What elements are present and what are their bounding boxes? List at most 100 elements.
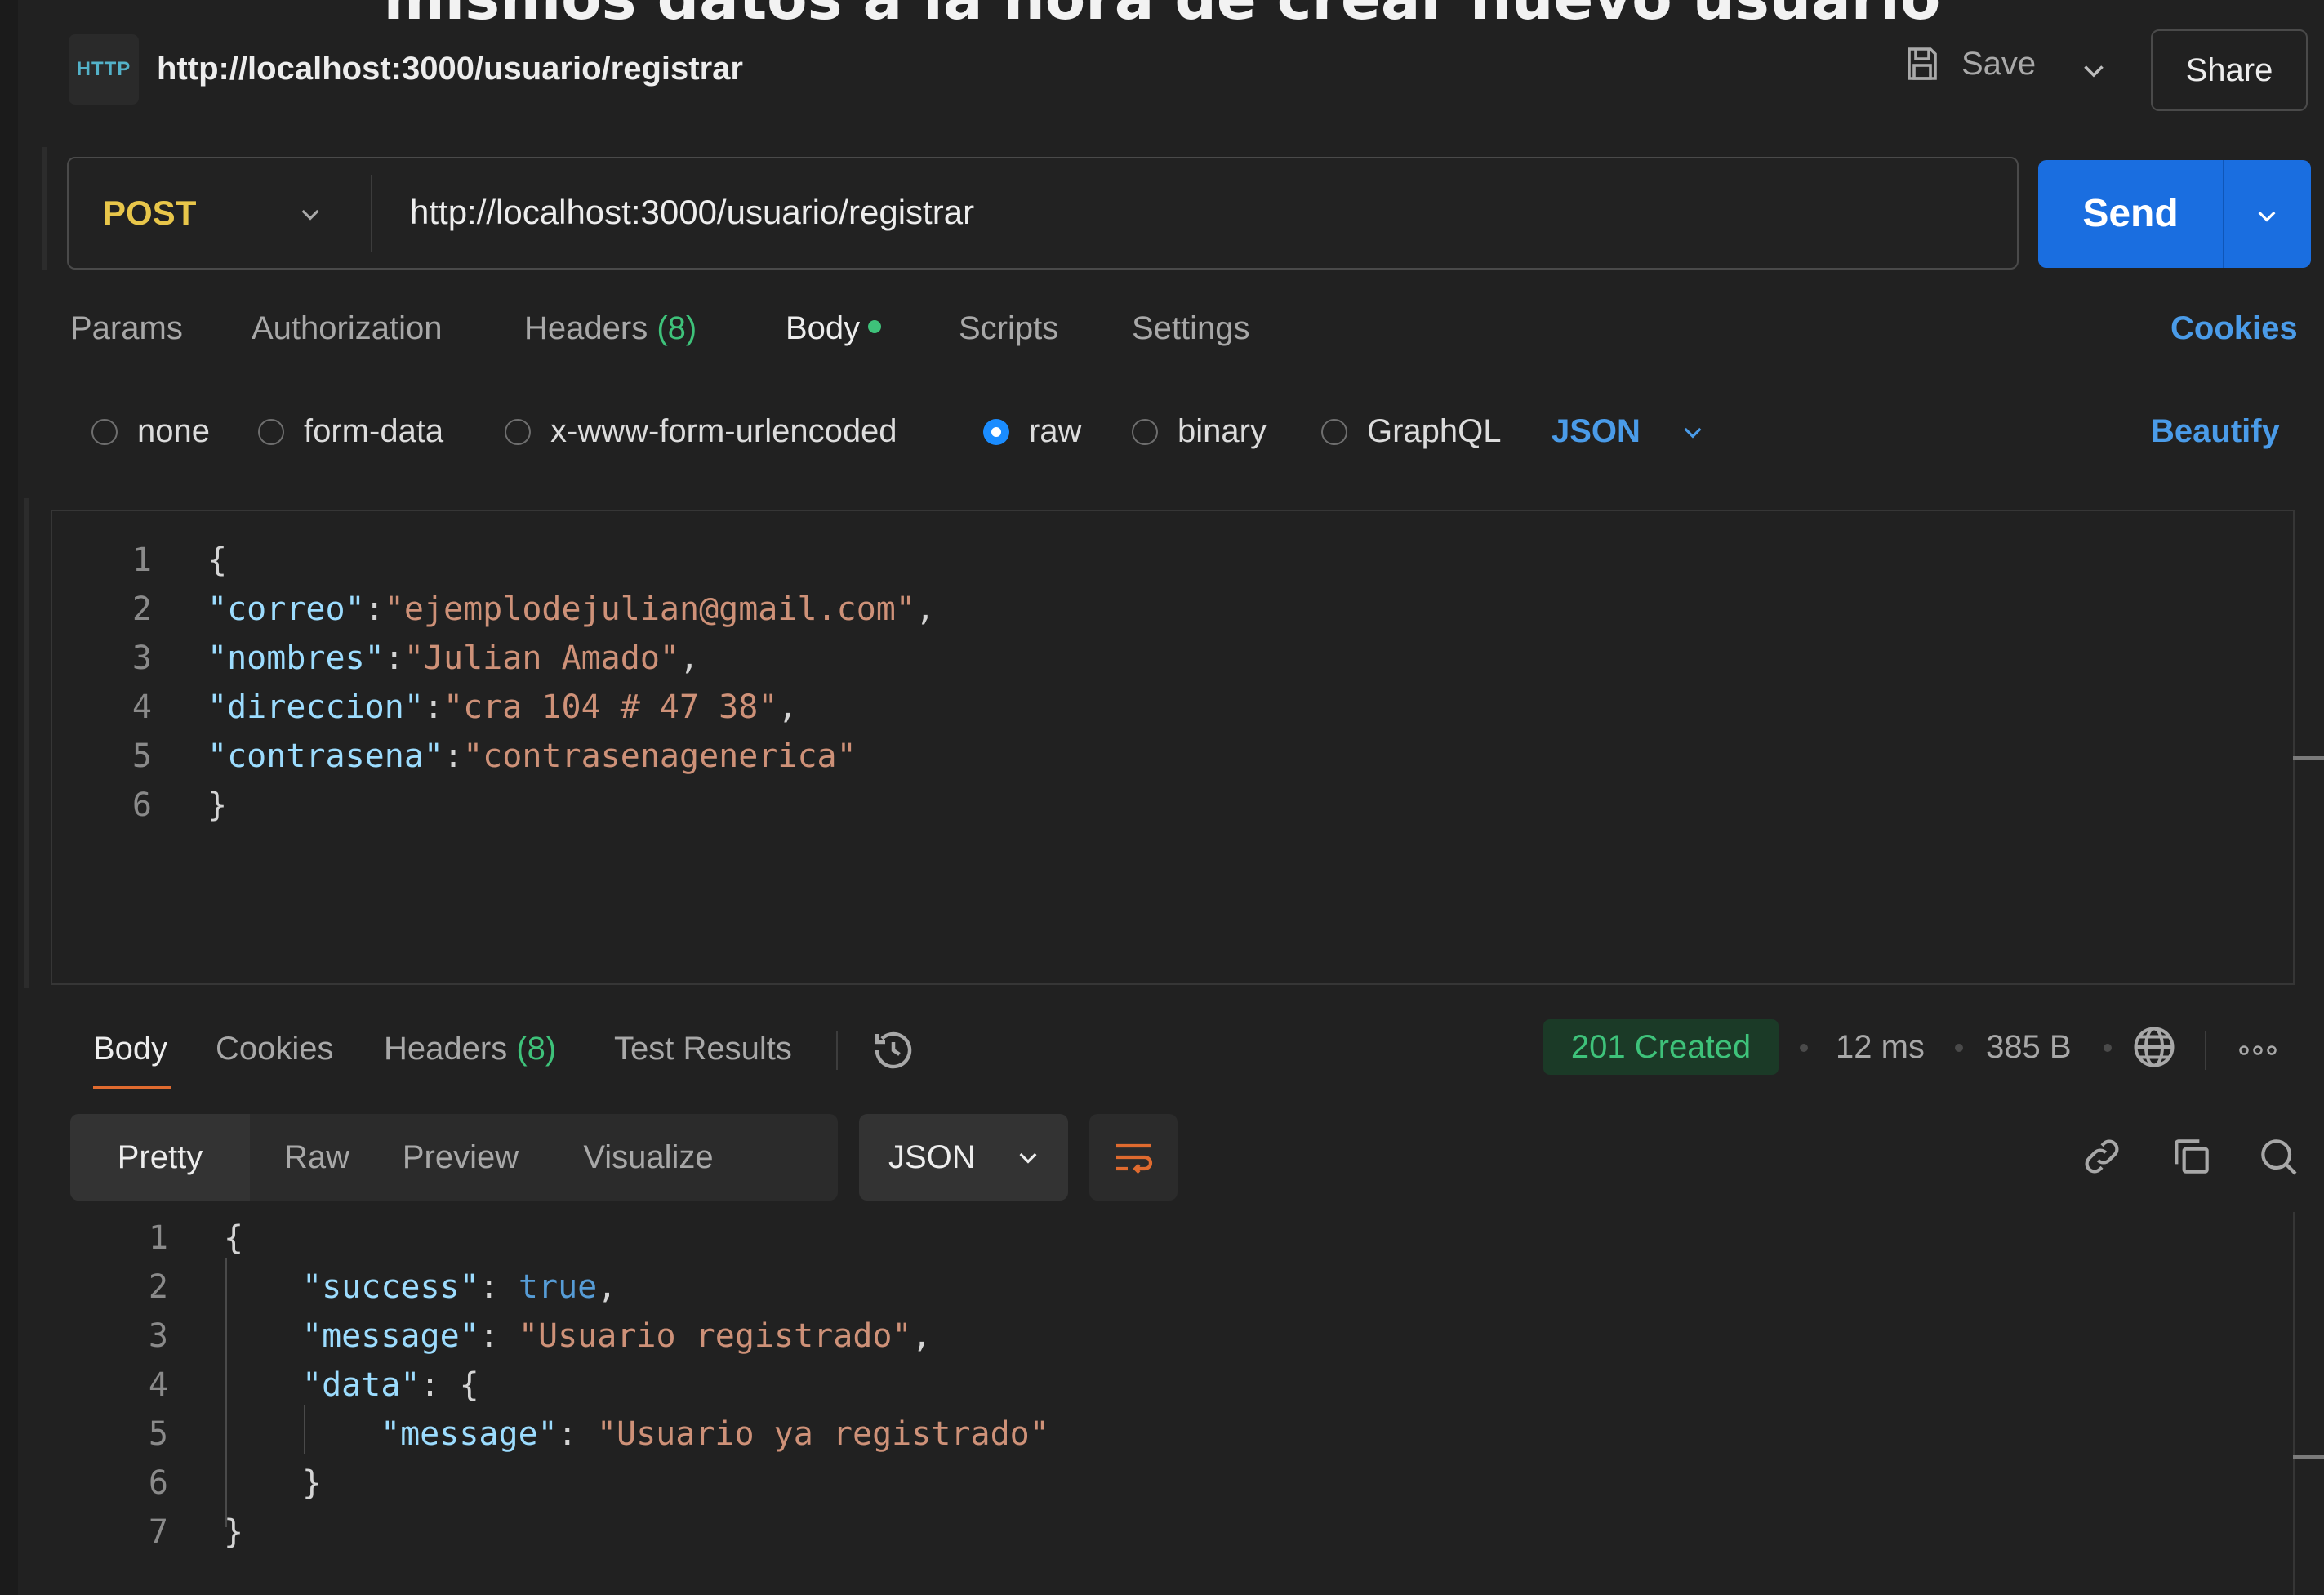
beautify-link[interactable]: Beautify [2151,413,2280,450]
radio-binary-label: binary [1178,413,1267,449]
link-icon[interactable] [2079,1134,2125,1179]
code-line: 3 "message": "Usuario registrado", [51,1312,932,1361]
save-button[interactable]: Save [1903,44,2036,83]
cookies-link[interactable]: Cookies [2170,310,2298,347]
request-editor-scrollbar[interactable] [2293,510,2324,985]
radio-raw[interactable]: raw [983,413,1081,450]
send-button[interactable]: Send [2038,160,2311,268]
json-key: "message" [302,1317,479,1355]
more-options-icon[interactable] [2237,1044,2278,1057]
send-options-chevron-icon[interactable] [2254,203,2280,229]
chevron-down-icon[interactable] [297,201,323,227]
send-divider [2223,160,2224,268]
json-value: "Usuario registrado" [518,1317,912,1355]
radio-none-label: none [137,413,210,449]
active-tab-indicator [93,1086,171,1089]
response-tab-body[interactable]: Body [93,1031,167,1067]
response-size[interactable]: 385 B [1986,1029,2072,1066]
response-scrollbar[interactable] [2293,1212,2324,1595]
request-title[interactable]: http://localhost:3000/usuario/registrar [157,51,743,87]
left-panel-handle[interactable] [24,498,29,988]
code-line: 2 "success": true, [51,1263,617,1312]
code-brace: { [207,541,228,579]
radio-form-data[interactable]: form-data [258,413,443,450]
share-button[interactable]: Share [2151,29,2308,111]
tab-settings[interactable]: Settings [1132,310,1250,347]
response-tab-cookies[interactable]: Cookies [216,1031,334,1067]
body-language-select[interactable]: JSON [1552,413,1706,450]
json-value: "contrasenagenerica" [463,737,857,775]
json-key: "correo" [207,590,365,628]
response-tab-test-results[interactable]: Test Results [614,1031,792,1067]
json-comma: , [915,590,936,628]
history-icon[interactable] [869,1026,918,1075]
radio-form-data-dot [258,418,284,445]
response-time[interactable]: 12 ms [1836,1029,1925,1066]
view-preview[interactable]: Preview [379,1114,542,1201]
search-icon[interactable] [2255,1134,2301,1179]
tab-headers[interactable]: Headers (8) [524,310,697,347]
code-brace: } [224,1513,244,1551]
tab-body[interactable]: Body [786,310,882,347]
response-language-select[interactable]: JSON [859,1114,1068,1201]
request-url-bar: POST http://localhost:3000/usuario/regis… [67,157,2019,270]
tab-separator [2205,1031,2206,1070]
tab-params[interactable]: Params [70,310,183,347]
view-pretty[interactable]: Pretty [70,1114,250,1201]
indent-guide [304,1405,305,1454]
json-key: "success" [302,1268,479,1306]
wrap-lines-button[interactable] [1089,1114,1178,1201]
left-resize-handle[interactable] [42,147,47,270]
json-key: "direccion" [207,688,424,726]
json-key: "contrasena" [207,737,443,775]
view-visualize[interactable]: Visualize [559,1114,738,1201]
body-modified-dot [868,320,882,334]
status-badge[interactable]: 201 Created [1543,1019,1779,1075]
chevron-down-icon [1684,427,1702,439]
code-line: 1{ [52,536,227,585]
body-language-label: JSON [1552,413,1641,449]
radio-graphql[interactable]: GraphQL [1321,413,1502,450]
meta-separator-dot [2104,1044,2112,1052]
tab-headers-count: (8) [657,310,697,346]
radio-graphql-dot [1321,418,1347,445]
line-number: 6 [131,786,152,824]
request-body-editor[interactable]: 1{ 2 "correo":"ejemplodejulian@gmail.com"… [51,510,2293,985]
line-number: 2 [131,590,152,628]
url-input[interactable]: http://localhost:3000/usuario/registrar [410,193,974,232]
json-comma: , [679,639,700,677]
http-request-icon: HTTP [69,34,139,105]
code-line: 2 "correo":"ejemplodejulian@gmail.com", [52,585,935,634]
response-body-viewer[interactable]: 1{ 2 "success": true, 3 "message": "Usuari… [51,1212,2293,1595]
response-tab-headers[interactable]: Headers (8) [384,1031,556,1067]
globe-icon[interactable] [2130,1022,2179,1072]
save-options-chevron-icon[interactable] [2079,56,2108,85]
save-label: Save [1961,45,2037,82]
radio-binary[interactable]: binary [1132,413,1267,450]
line-number: 1 [131,541,152,579]
method-divider [371,175,372,252]
radio-binary-dot [1132,418,1158,445]
code-line: 6} [52,781,227,830]
method-select[interactable]: POST [103,158,196,268]
scrollbar-thumb[interactable] [2293,1455,2324,1459]
tab-separator [836,1031,838,1070]
copy-icon[interactable] [2169,1134,2215,1179]
radio-none[interactable]: none [91,413,210,450]
code-line: 3 "nombres":"Julian Amado", [52,634,699,683]
scrollbar-thumb[interactable] [2293,756,2324,760]
send-label: Send [2082,192,2179,235]
tab-scripts[interactable]: Scripts [959,310,1058,347]
code-line: 7} [51,1508,243,1557]
line-number: 5 [148,1415,168,1453]
view-raw[interactable]: Raw [260,1114,374,1201]
save-icon [1908,47,1937,80]
code-line: 4 "data": { [51,1361,479,1410]
radio-urlencoded-dot [505,418,531,445]
radio-none-dot [91,418,118,445]
tab-authorization[interactable]: Authorization [252,310,442,347]
http-badge-label: HTTP [76,58,131,80]
radio-urlencoded[interactable]: x-www-form-urlencoded [505,413,897,450]
method-label: POST [103,194,197,232]
json-value: "Julian Amado" [403,639,679,677]
